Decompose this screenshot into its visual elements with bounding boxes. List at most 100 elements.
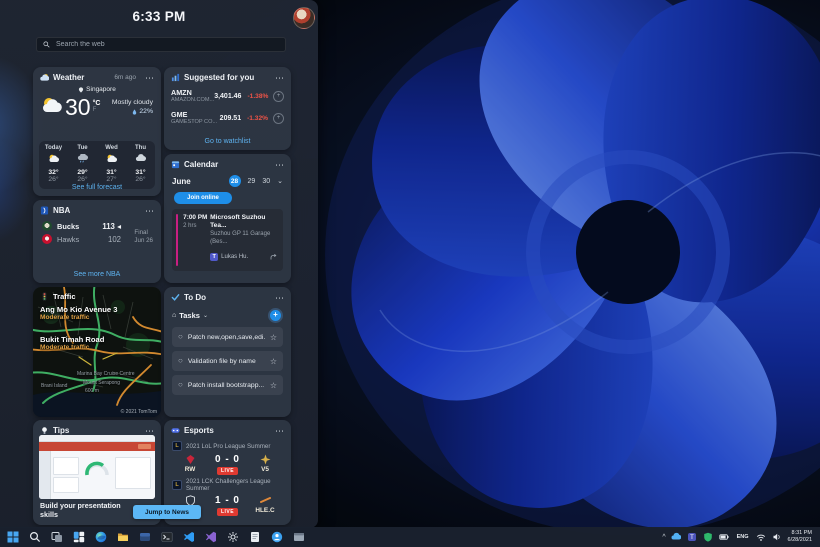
teams-tray-icon[interactable]: T — [687, 532, 698, 543]
calendar-day[interactable]: 29 — [248, 178, 256, 185]
forecast-day[interactable]: Wed 31° 27° — [97, 141, 126, 189]
unit-fahrenheit[interactable]: F — [93, 107, 101, 114]
task-item[interactable]: ○ Patch new,open,save,edi... ☆ — [172, 327, 283, 347]
task-item[interactable]: ○ Validation file by name ☆ — [172, 351, 283, 371]
terminal-icon[interactable] — [160, 531, 173, 544]
see-full-forecast-link[interactable]: See full forecast — [33, 184, 161, 191]
rain-icon — [77, 151, 89, 169]
map-label: Mount Serapong — [83, 380, 120, 386]
chevron-down-icon[interactable]: ⌄ — [277, 177, 283, 185]
important-star-icon[interactable]: ☆ — [270, 333, 277, 342]
weather-location[interactable]: Singapore — [33, 86, 161, 93]
lightbulb-icon — [40, 426, 49, 435]
forecast-day[interactable]: Tue 29° 26° — [68, 141, 97, 189]
more-options-button[interactable]: ⋯ — [275, 73, 284, 82]
task-item[interactable]: ○ Patch install bootstrapp... ☆ — [172, 375, 283, 395]
event-title: Microsoft Suzhou Tea... — [210, 214, 266, 229]
settings-gear-icon[interactable] — [226, 531, 239, 544]
onedrive-tray-icon[interactable] — [671, 532, 682, 543]
calendar-day[interactable]: 30 — [262, 178, 270, 185]
add-task-button[interactable]: + — [268, 308, 283, 323]
go-to-watchlist-link[interactable]: Go to watchlist — [164, 138, 291, 145]
search-input[interactable] — [54, 40, 279, 49]
app-window-icon[interactable] — [292, 531, 305, 544]
vscode-icon[interactable] — [182, 531, 195, 544]
important-star-icon[interactable]: ☆ — [270, 381, 277, 390]
language-indicator[interactable]: ENG — [735, 534, 751, 540]
widget-title: Suggested for you — [184, 73, 255, 82]
calendar-date-strip: June 28 29 30 ⌄ — [164, 172, 291, 187]
task-view-icon[interactable] — [50, 531, 63, 544]
winner-arrow-icon: ◂ — [117, 221, 121, 231]
svg-text:T: T — [690, 535, 694, 541]
weather-current: 30 °C F Mostly cloudy 22% — [33, 93, 161, 119]
forecast-day[interactable]: Thu 31° 26° — [126, 141, 155, 189]
more-options-button[interactable]: ⋯ — [145, 73, 154, 82]
more-options-button[interactable]: ⋯ — [275, 293, 284, 302]
complete-task-radio[interactable]: ○ — [178, 333, 183, 341]
task-list-selector[interactable]: Tasks — [179, 311, 200, 320]
more-options-button[interactable]: ⋯ — [145, 206, 154, 215]
traffic-widget[interactable]: Traffic Ang Mo Kio Avenue 3 Moderate tra… — [33, 287, 161, 417]
visual-studio-icon[interactable] — [204, 531, 217, 544]
tips-screenshot — [39, 435, 155, 499]
more-options-button[interactable]: ⋯ — [275, 426, 284, 435]
calendar-event[interactable]: 7:00 PM 2 hrs Microsoft Suzhou Tea... Su… — [172, 209, 283, 271]
partly-cloudy-icon — [41, 96, 63, 119]
edge-icon[interactable] — [94, 531, 107, 544]
event-attendee: Lukas Hu. — [221, 254, 249, 260]
network-icon[interactable] — [756, 532, 767, 543]
esports-match[interactable]: RW 0 - 0 LIVE V5 — [164, 451, 291, 475]
more-options-button[interactable]: ⋯ — [275, 160, 284, 169]
todo-widget: To Do ⋯ ⌂ Tasks ⌄ + ○ Patch new,open,sav… — [164, 287, 291, 417]
unit-celsius[interactable]: °C — [93, 100, 101, 107]
file-explorer-icon[interactable] — [116, 531, 129, 544]
partly-sunny-icon — [48, 151, 60, 169]
join-online-button[interactable]: Join online — [174, 192, 232, 204]
calendar-day-selected[interactable]: 28 — [228, 175, 241, 187]
gauge-chart — [85, 461, 109, 476]
volume-icon[interactable] — [772, 532, 783, 543]
chevron-down-icon[interactable]: ⌄ — [203, 312, 208, 319]
dark-folder-app-icon[interactable] — [138, 531, 151, 544]
web-search-bar[interactable] — [36, 37, 286, 52]
widget-title: Calendar — [184, 160, 219, 169]
event-duration: 2 hrs — [183, 223, 197, 229]
jump-to-news-button[interactable]: Jump to News — [133, 505, 201, 519]
security-tray-icon[interactable] — [703, 532, 714, 543]
add-to-watchlist-button[interactable]: + — [273, 91, 284, 102]
see-more-nba-link[interactable]: See more NBA — [33, 271, 161, 278]
hidden-icons-chevron[interactable]: ^ — [662, 534, 665, 541]
v5-team-logo — [260, 454, 271, 465]
taskbar-clock[interactable]: 8:31 PM 6/28/2021 — [788, 530, 814, 544]
widget-title: Esports — [184, 426, 214, 435]
important-star-icon[interactable]: ☆ — [270, 357, 277, 366]
lol-icon: L — [172, 480, 182, 490]
calendar-widget: Calendar ⋯ June 28 29 30 ⌄ Join online 7… — [164, 154, 291, 283]
user-avatar[interactable] — [293, 7, 315, 29]
start-button[interactable] — [6, 531, 19, 544]
more-options-button[interactable]: ⋯ — [145, 426, 154, 435]
esports-league-row[interactable]: L 2021 LCK Challengers League Summer — [164, 475, 291, 492]
stock-row[interactable]: AMZN AMAZON.COM... 3,401.46 -1.38% + — [164, 85, 291, 107]
desktop: 6:33 PM Weather 6m ago ⋯ Singapore 30 — [0, 0, 820, 547]
event-location: Suzhou GP 11 Garage (Bes... — [210, 231, 271, 245]
people-app-icon[interactable] — [270, 531, 283, 544]
stock-row[interactable]: GME GAMESTOP CO... 209.51 -1.32% + — [164, 107, 291, 129]
forecast-strip: Today 32° 26° Tue 29° 26° Wed 31° 27° Th… — [39, 141, 155, 189]
widgets-icon[interactable] — [72, 531, 85, 544]
complete-task-radio[interactable]: ○ — [178, 357, 183, 365]
rsvp-icon[interactable] — [270, 248, 278, 266]
notepad-icon[interactable] — [248, 531, 261, 544]
forecast-day[interactable]: Today 32° 26° — [39, 141, 68, 189]
search-taskbar-icon[interactable] — [28, 531, 41, 544]
widget-title: Tips — [53, 426, 70, 435]
esports-league-row[interactable]: L 2021 LoL Pro League Summer — [164, 438, 291, 451]
battery-tray-icon[interactable] — [719, 532, 730, 543]
complete-task-radio[interactable]: ○ — [178, 381, 183, 389]
event-time: 7:00 PM — [183, 214, 208, 221]
widget-title: NBA — [53, 206, 71, 215]
bucks-logo — [42, 221, 52, 231]
add-to-watchlist-button[interactable]: + — [273, 113, 284, 124]
stocks-icon — [171, 73, 180, 82]
